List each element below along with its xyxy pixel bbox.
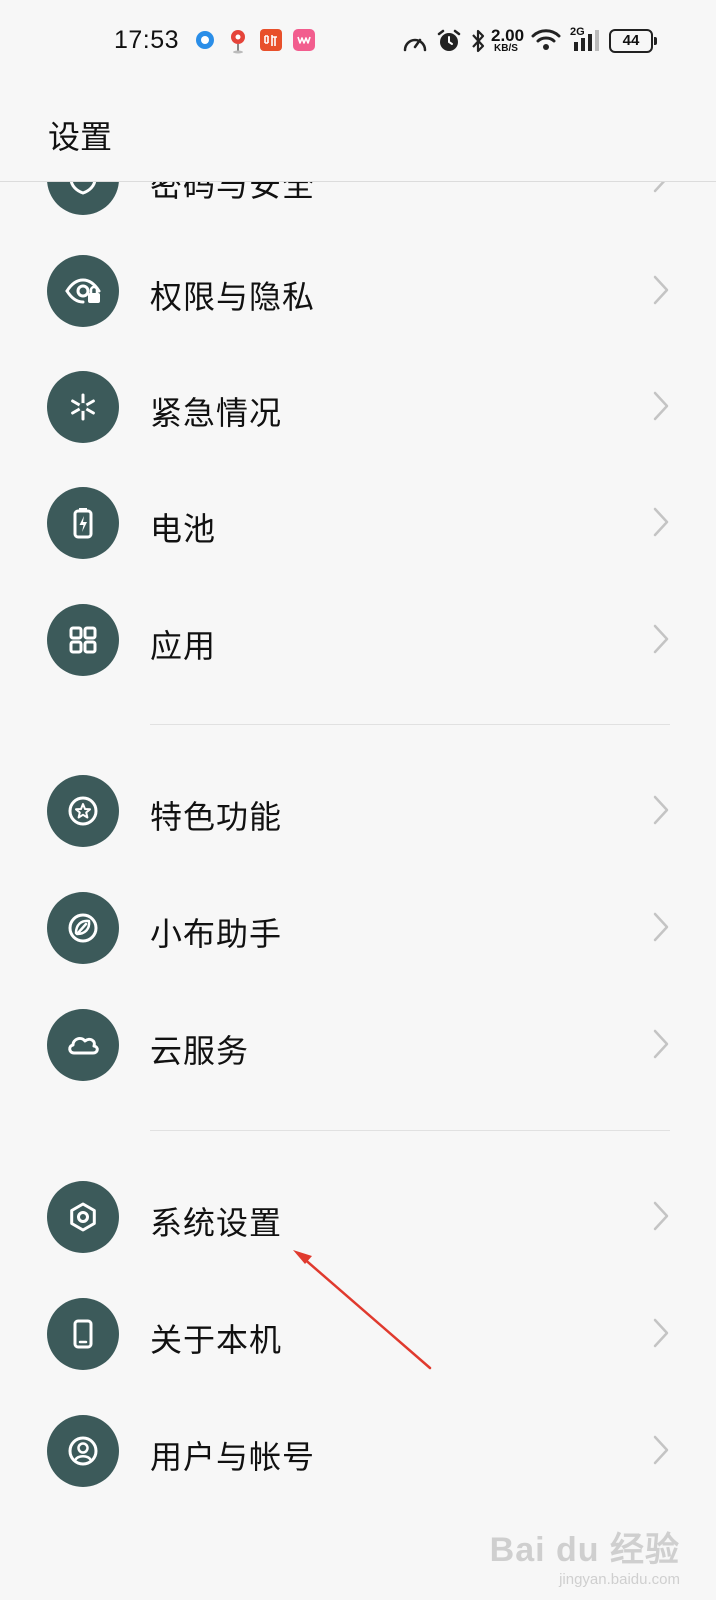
settings-item-special-features[interactable]: 特色功能 bbox=[0, 752, 716, 870]
settings-item-label: 小布助手 bbox=[150, 915, 283, 953]
chevron-right-icon bbox=[653, 912, 669, 942]
chevron-right-icon bbox=[653, 1318, 669, 1348]
audio-app-notification-icon bbox=[259, 28, 283, 52]
cellular-signal-icon bbox=[572, 30, 600, 56]
bluetooth-icon bbox=[470, 28, 486, 58]
page-header: 设置 bbox=[0, 82, 716, 182]
network-speed-unit: KB/S bbox=[494, 43, 518, 54]
chevron-right-icon bbox=[653, 795, 669, 825]
settings-list: 密码与安全 权限与隐私 紧急情况 电池 应用 特色功能 小布助手 云服务 系统设… bbox=[0, 0, 716, 1600]
cloud-icon bbox=[47, 1009, 119, 1081]
privacy-eye-lock-icon bbox=[47, 255, 119, 327]
chevron-right-icon bbox=[653, 507, 669, 537]
baidu-jingyan-watermark: Bai du 经验 jingyan.baidu.com bbox=[490, 1522, 680, 1588]
chevron-right-icon bbox=[653, 1201, 669, 1231]
settings-item-apps[interactable]: 应用 bbox=[0, 581, 716, 699]
user-circle-icon bbox=[47, 1415, 119, 1487]
watermark-url: jingyan.baidu.com bbox=[559, 1571, 680, 1588]
chevron-right-icon bbox=[653, 1435, 669, 1465]
settings-item-label: 电池 bbox=[150, 510, 217, 548]
section-divider bbox=[150, 1130, 670, 1131]
settings-item-label: 云服务 bbox=[150, 1032, 250, 1070]
status-time: 17:53 bbox=[114, 26, 180, 54]
settings-item-cloud-service[interactable]: 云服务 bbox=[0, 986, 716, 1104]
hexagon-settings-icon bbox=[47, 1181, 119, 1253]
settings-item-label: 权限与隐私 bbox=[150, 278, 316, 316]
browser-notification-icon bbox=[193, 28, 217, 52]
settings-item-label: 用户与帐号 bbox=[150, 1438, 316, 1476]
settings-item-emergency[interactable]: 紧急情况 bbox=[0, 348, 716, 466]
settings-item-label: 系统设置 bbox=[150, 1204, 283, 1242]
settings-item-battery[interactable]: 电池 bbox=[0, 464, 716, 582]
watermark-brand: Bai du 经验 bbox=[489, 1531, 680, 1569]
apps-grid-icon bbox=[47, 604, 119, 676]
assistant-icon bbox=[47, 892, 119, 964]
settings-item-users-accounts[interactable]: 用户与帐号 bbox=[0, 1392, 716, 1510]
battery-indicator: 44 bbox=[609, 29, 657, 53]
chevron-right-icon bbox=[653, 391, 669, 421]
settings-item-breeno-assistant[interactable]: 小布助手 bbox=[0, 869, 716, 987]
alarm-clock-icon bbox=[436, 28, 462, 58]
map-pin-notification-icon bbox=[226, 28, 250, 54]
chevron-right-icon bbox=[653, 275, 669, 305]
video-app-notification-icon bbox=[292, 28, 316, 52]
star-circle-icon bbox=[47, 775, 119, 847]
settings-item-label: 紧急情况 bbox=[150, 394, 283, 432]
emergency-asterisk-icon bbox=[47, 371, 119, 443]
speedometer-icon bbox=[402, 30, 428, 58]
wifi-icon bbox=[531, 28, 561, 56]
settings-item-permissions-privacy[interactable]: 权限与隐私 bbox=[0, 232, 716, 350]
settings-item-label: 关于本机 bbox=[150, 1321, 283, 1359]
section-divider bbox=[150, 724, 670, 725]
network-speed-value: 2.00 bbox=[491, 26, 525, 45]
page-title: 设置 bbox=[48, 118, 113, 156]
settings-item-label: 应用 bbox=[150, 627, 217, 665]
chevron-right-icon bbox=[653, 1029, 669, 1059]
phone-icon bbox=[47, 1298, 119, 1370]
status-bar: 17:53 2.00 KB/S 2G 44 bbox=[0, 0, 716, 82]
battery-icon bbox=[47, 487, 119, 559]
chevron-right-icon bbox=[653, 624, 669, 654]
settings-item-label: 特色功能 bbox=[150, 798, 283, 836]
settings-item-system-settings[interactable]: 系统设置 bbox=[0, 1158, 716, 1276]
settings-item-about-phone[interactable]: 关于本机 bbox=[0, 1275, 716, 1393]
